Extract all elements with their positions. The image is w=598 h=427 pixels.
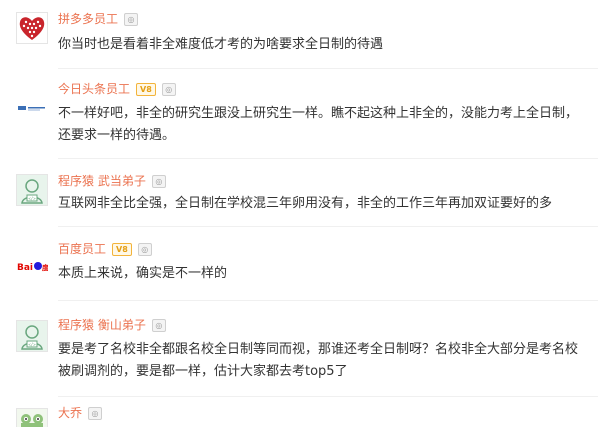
baidu-logo-avatar-icon[interactable]: Bai 度 (16, 250, 48, 282)
author-name[interactable]: 百度员工 (58, 240, 106, 258)
svg-text:度: 度 (42, 263, 48, 272)
programmer-avatar-icon[interactable]: </> (16, 174, 48, 206)
level-badge: ◎ (151, 174, 166, 188)
svg-text:</>: </> (28, 342, 36, 347)
level-badge: ◎ (88, 406, 103, 420)
comment-text: 不一样好吧，非全的研究生跟没上研究生一样。瞧不起这种上非全的，没能力考上全日制，… (58, 106, 579, 143)
comment-text: 要是考了名校非全都跟名校全日制等同而视，那谁还考全日制呀？名校非全大部分是考名校… (58, 342, 579, 379)
divider (58, 396, 598, 397)
author-name[interactable]: 大乔 (58, 404, 82, 422)
comment-text: 本质上来说，确实是不一样的 (58, 266, 228, 281)
level-badge: ◎ (161, 82, 176, 96)
divider (58, 300, 598, 301)
toutiao-logo-avatar-icon[interactable] (16, 92, 48, 124)
vip-badge: V8 (136, 82, 156, 96)
comment-text: 你当时也是看着非全难度低才考的为啥要求全日制的待遇 (58, 37, 384, 52)
heart-pattern-avatar-icon[interactable] (16, 12, 48, 44)
author-name[interactable]: 今日头条员工 (58, 80, 130, 98)
divider (58, 158, 598, 159)
programmer-avatar-icon[interactable]: </> (16, 320, 48, 352)
svg-text:</>: </> (28, 196, 36, 201)
author-name[interactable]: 拼多多员工 (58, 10, 118, 28)
frog-avatar-icon[interactable] (16, 408, 48, 427)
author-name[interactable]: 程序猿 衡山弟子 (58, 316, 146, 334)
divider (58, 226, 598, 227)
level-badge: ◎ (124, 12, 139, 26)
comment-text: 互联网非全比全强，全日制在学校混三年卵用没有，非全的工作三年再加双证要好的多 (58, 196, 553, 211)
vip-badge: V8 (112, 242, 132, 256)
svg-text:Bai: Bai (17, 263, 33, 273)
level-badge: ◎ (137, 242, 152, 256)
author-name[interactable]: 程序猿 武当弟子 (58, 172, 146, 190)
divider (58, 68, 598, 69)
level-badge: ◎ (151, 318, 166, 332)
